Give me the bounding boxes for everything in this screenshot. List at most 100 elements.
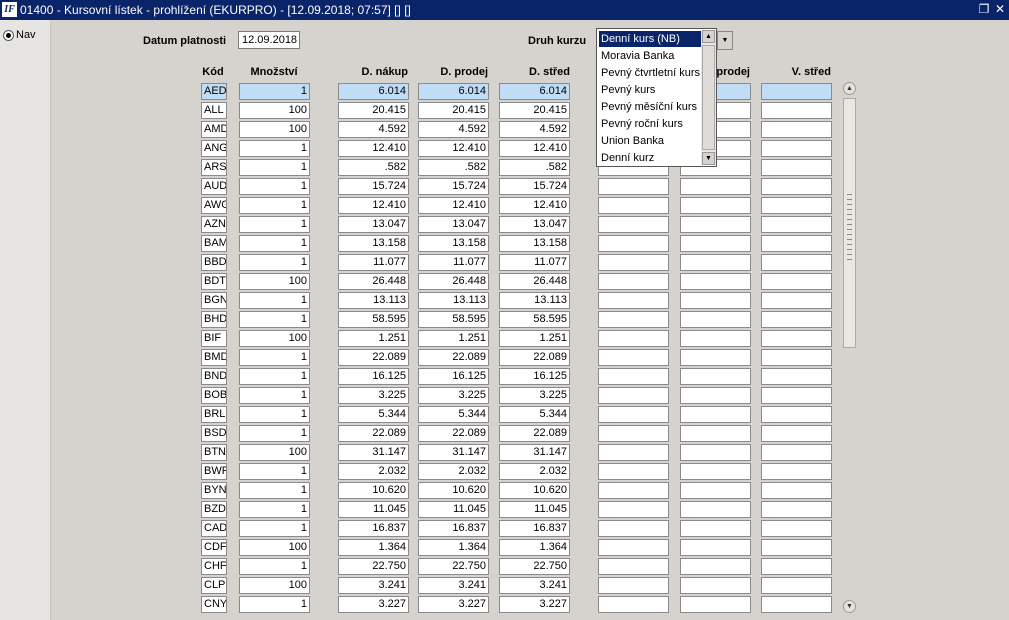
cell-v-prodej[interactable] bbox=[680, 425, 751, 442]
cell-v-stred[interactable] bbox=[761, 425, 832, 442]
cell-d-stred[interactable]: 12.410 bbox=[499, 140, 570, 157]
cell-mnozstvi[interactable]: 1 bbox=[239, 235, 310, 252]
cell-kod[interactable]: CLP bbox=[201, 577, 227, 594]
scroll-down-icon[interactable]: ▼ bbox=[843, 600, 856, 613]
cell-d-stred[interactable]: .582 bbox=[499, 159, 570, 176]
cell-d-stred[interactable]: 12.410 bbox=[499, 197, 570, 214]
cell-kod[interactable]: BAM bbox=[201, 235, 227, 252]
cell-d-nakup[interactable]: 22.089 bbox=[338, 425, 409, 442]
cell-v-prodej[interactable] bbox=[680, 254, 751, 271]
cell-d-prodej[interactable]: 20.415 bbox=[418, 102, 489, 119]
cell-d-prodej[interactable]: .582 bbox=[418, 159, 489, 176]
cell-d-nakup[interactable]: 16.125 bbox=[338, 368, 409, 385]
cell-d-stred[interactable]: 15.724 bbox=[499, 178, 570, 195]
cell-v-stred[interactable] bbox=[761, 387, 832, 404]
dropdown-option[interactable]: Union Banka bbox=[599, 133, 701, 149]
cell-v-nakup[interactable] bbox=[598, 368, 669, 385]
cell-v-nakup[interactable] bbox=[598, 558, 669, 575]
cell-d-nakup[interactable]: 12.410 bbox=[338, 197, 409, 214]
cell-v-nakup[interactable] bbox=[598, 482, 669, 499]
cell-v-prodej[interactable] bbox=[680, 273, 751, 290]
cell-v-nakup[interactable] bbox=[598, 273, 669, 290]
cell-kod[interactable]: BZD bbox=[201, 501, 227, 518]
cell-v-prodej[interactable] bbox=[680, 330, 751, 347]
cell-v-stred[interactable] bbox=[761, 520, 832, 537]
chevron-down-icon[interactable]: ▼ bbox=[717, 31, 733, 50]
cell-v-nakup[interactable] bbox=[598, 349, 669, 366]
nav-radio-button[interactable] bbox=[3, 30, 14, 41]
cell-d-nakup[interactable]: 13.047 bbox=[338, 216, 409, 233]
dropdown-option[interactable]: Moravia Banka bbox=[599, 48, 701, 64]
cell-d-stred[interactable]: 3.241 bbox=[499, 577, 570, 594]
cell-v-stred[interactable] bbox=[761, 558, 832, 575]
cell-v-prodej[interactable] bbox=[680, 235, 751, 252]
cell-kod[interactable]: BIF bbox=[201, 330, 227, 347]
cell-v-nakup[interactable] bbox=[598, 463, 669, 480]
cell-mnozstvi[interactable]: 1 bbox=[239, 349, 310, 366]
cell-v-prodej[interactable] bbox=[680, 596, 751, 613]
cell-v-prodej[interactable] bbox=[680, 387, 751, 404]
cell-v-prodej[interactable] bbox=[680, 178, 751, 195]
cell-v-nakup[interactable] bbox=[598, 292, 669, 309]
cell-v-prodej[interactable] bbox=[680, 216, 751, 233]
cell-mnozstvi[interactable]: 100 bbox=[239, 273, 310, 290]
cell-d-prodej[interactable]: 12.410 bbox=[418, 197, 489, 214]
druh-kurzu-dropdown-list[interactable]: Denní kurs (NB) Moravia Banka Pevný čtvrtl… bbox=[596, 28, 717, 167]
cell-v-prodej[interactable] bbox=[680, 349, 751, 366]
cell-d-nakup[interactable]: 3.227 bbox=[338, 596, 409, 613]
cell-v-stred[interactable] bbox=[761, 83, 832, 100]
cell-mnozstvi[interactable]: 1 bbox=[239, 368, 310, 385]
cell-d-nakup[interactable]: 15.724 bbox=[338, 178, 409, 195]
cell-d-stred[interactable]: 13.158 bbox=[499, 235, 570, 252]
dropdown-scroll-up-icon[interactable]: ▲ bbox=[702, 30, 715, 43]
scroll-up-icon[interactable]: ▲ bbox=[843, 82, 856, 95]
cell-mnozstvi[interactable]: 1 bbox=[239, 482, 310, 499]
cell-kod[interactable]: BDT bbox=[201, 273, 227, 290]
cell-kod[interactable]: CAD bbox=[201, 520, 227, 537]
cell-d-stred[interactable]: 11.077 bbox=[499, 254, 570, 271]
cell-d-nakup[interactable]: 13.158 bbox=[338, 235, 409, 252]
cell-d-prodej[interactable]: 3.227 bbox=[418, 596, 489, 613]
cell-d-prodej[interactable]: 26.448 bbox=[418, 273, 489, 290]
cell-mnozstvi[interactable]: 1 bbox=[239, 178, 310, 195]
dropdown-scroll-down-icon[interactable]: ▼ bbox=[702, 152, 715, 165]
cell-v-prodej[interactable] bbox=[680, 406, 751, 423]
cell-mnozstvi[interactable]: 100 bbox=[239, 330, 310, 347]
cell-mnozstvi[interactable]: 100 bbox=[239, 102, 310, 119]
cell-d-prodej[interactable]: 12.410 bbox=[418, 140, 489, 157]
cell-d-prodej[interactable]: 3.241 bbox=[418, 577, 489, 594]
cell-v-stred[interactable] bbox=[761, 444, 832, 461]
cell-v-nakup[interactable] bbox=[598, 330, 669, 347]
cell-d-prodej[interactable]: 1.251 bbox=[418, 330, 489, 347]
cell-kod[interactable]: AMD bbox=[201, 121, 227, 138]
cell-mnozstvi[interactable]: 1 bbox=[239, 311, 310, 328]
cell-d-nakup[interactable]: 5.344 bbox=[338, 406, 409, 423]
cell-v-stred[interactable] bbox=[761, 463, 832, 480]
cell-mnozstvi[interactable]: 100 bbox=[239, 539, 310, 556]
cell-v-stred[interactable] bbox=[761, 273, 832, 290]
cell-d-prodej[interactable]: 5.344 bbox=[418, 406, 489, 423]
dropdown-option[interactable]: Pevný čtvrtletní kurs bbox=[599, 65, 701, 81]
cell-d-nakup[interactable]: 20.415 bbox=[338, 102, 409, 119]
cell-v-stred[interactable] bbox=[761, 197, 832, 214]
cell-mnozstvi[interactable]: 1 bbox=[239, 254, 310, 271]
cell-v-nakup[interactable] bbox=[598, 311, 669, 328]
cell-v-stred[interactable] bbox=[761, 539, 832, 556]
cell-mnozstvi[interactable]: 1 bbox=[239, 140, 310, 157]
cell-kod[interactable]: BND bbox=[201, 368, 227, 385]
cell-mnozstvi[interactable]: 100 bbox=[239, 444, 310, 461]
cell-d-stred[interactable]: 1.364 bbox=[499, 539, 570, 556]
cell-d-nakup[interactable]: 1.251 bbox=[338, 330, 409, 347]
cell-v-nakup[interactable] bbox=[598, 216, 669, 233]
dropdown-option[interactable]: Pevný roční kurs bbox=[599, 116, 701, 132]
cell-v-nakup[interactable] bbox=[598, 387, 669, 404]
cell-kod[interactable]: AED bbox=[201, 83, 227, 100]
datum-platnosti-field[interactable]: 12.09.2018 bbox=[238, 31, 300, 49]
cell-d-stred[interactable]: 26.448 bbox=[499, 273, 570, 290]
cell-d-nakup[interactable]: 6.014 bbox=[338, 83, 409, 100]
cell-kod[interactable]: ARS bbox=[201, 159, 227, 176]
cell-v-stred[interactable] bbox=[761, 140, 832, 157]
cell-d-prodej[interactable]: 11.045 bbox=[418, 501, 489, 518]
cell-d-prodej[interactable]: 16.125 bbox=[418, 368, 489, 385]
cell-kod[interactable]: BGN bbox=[201, 292, 227, 309]
